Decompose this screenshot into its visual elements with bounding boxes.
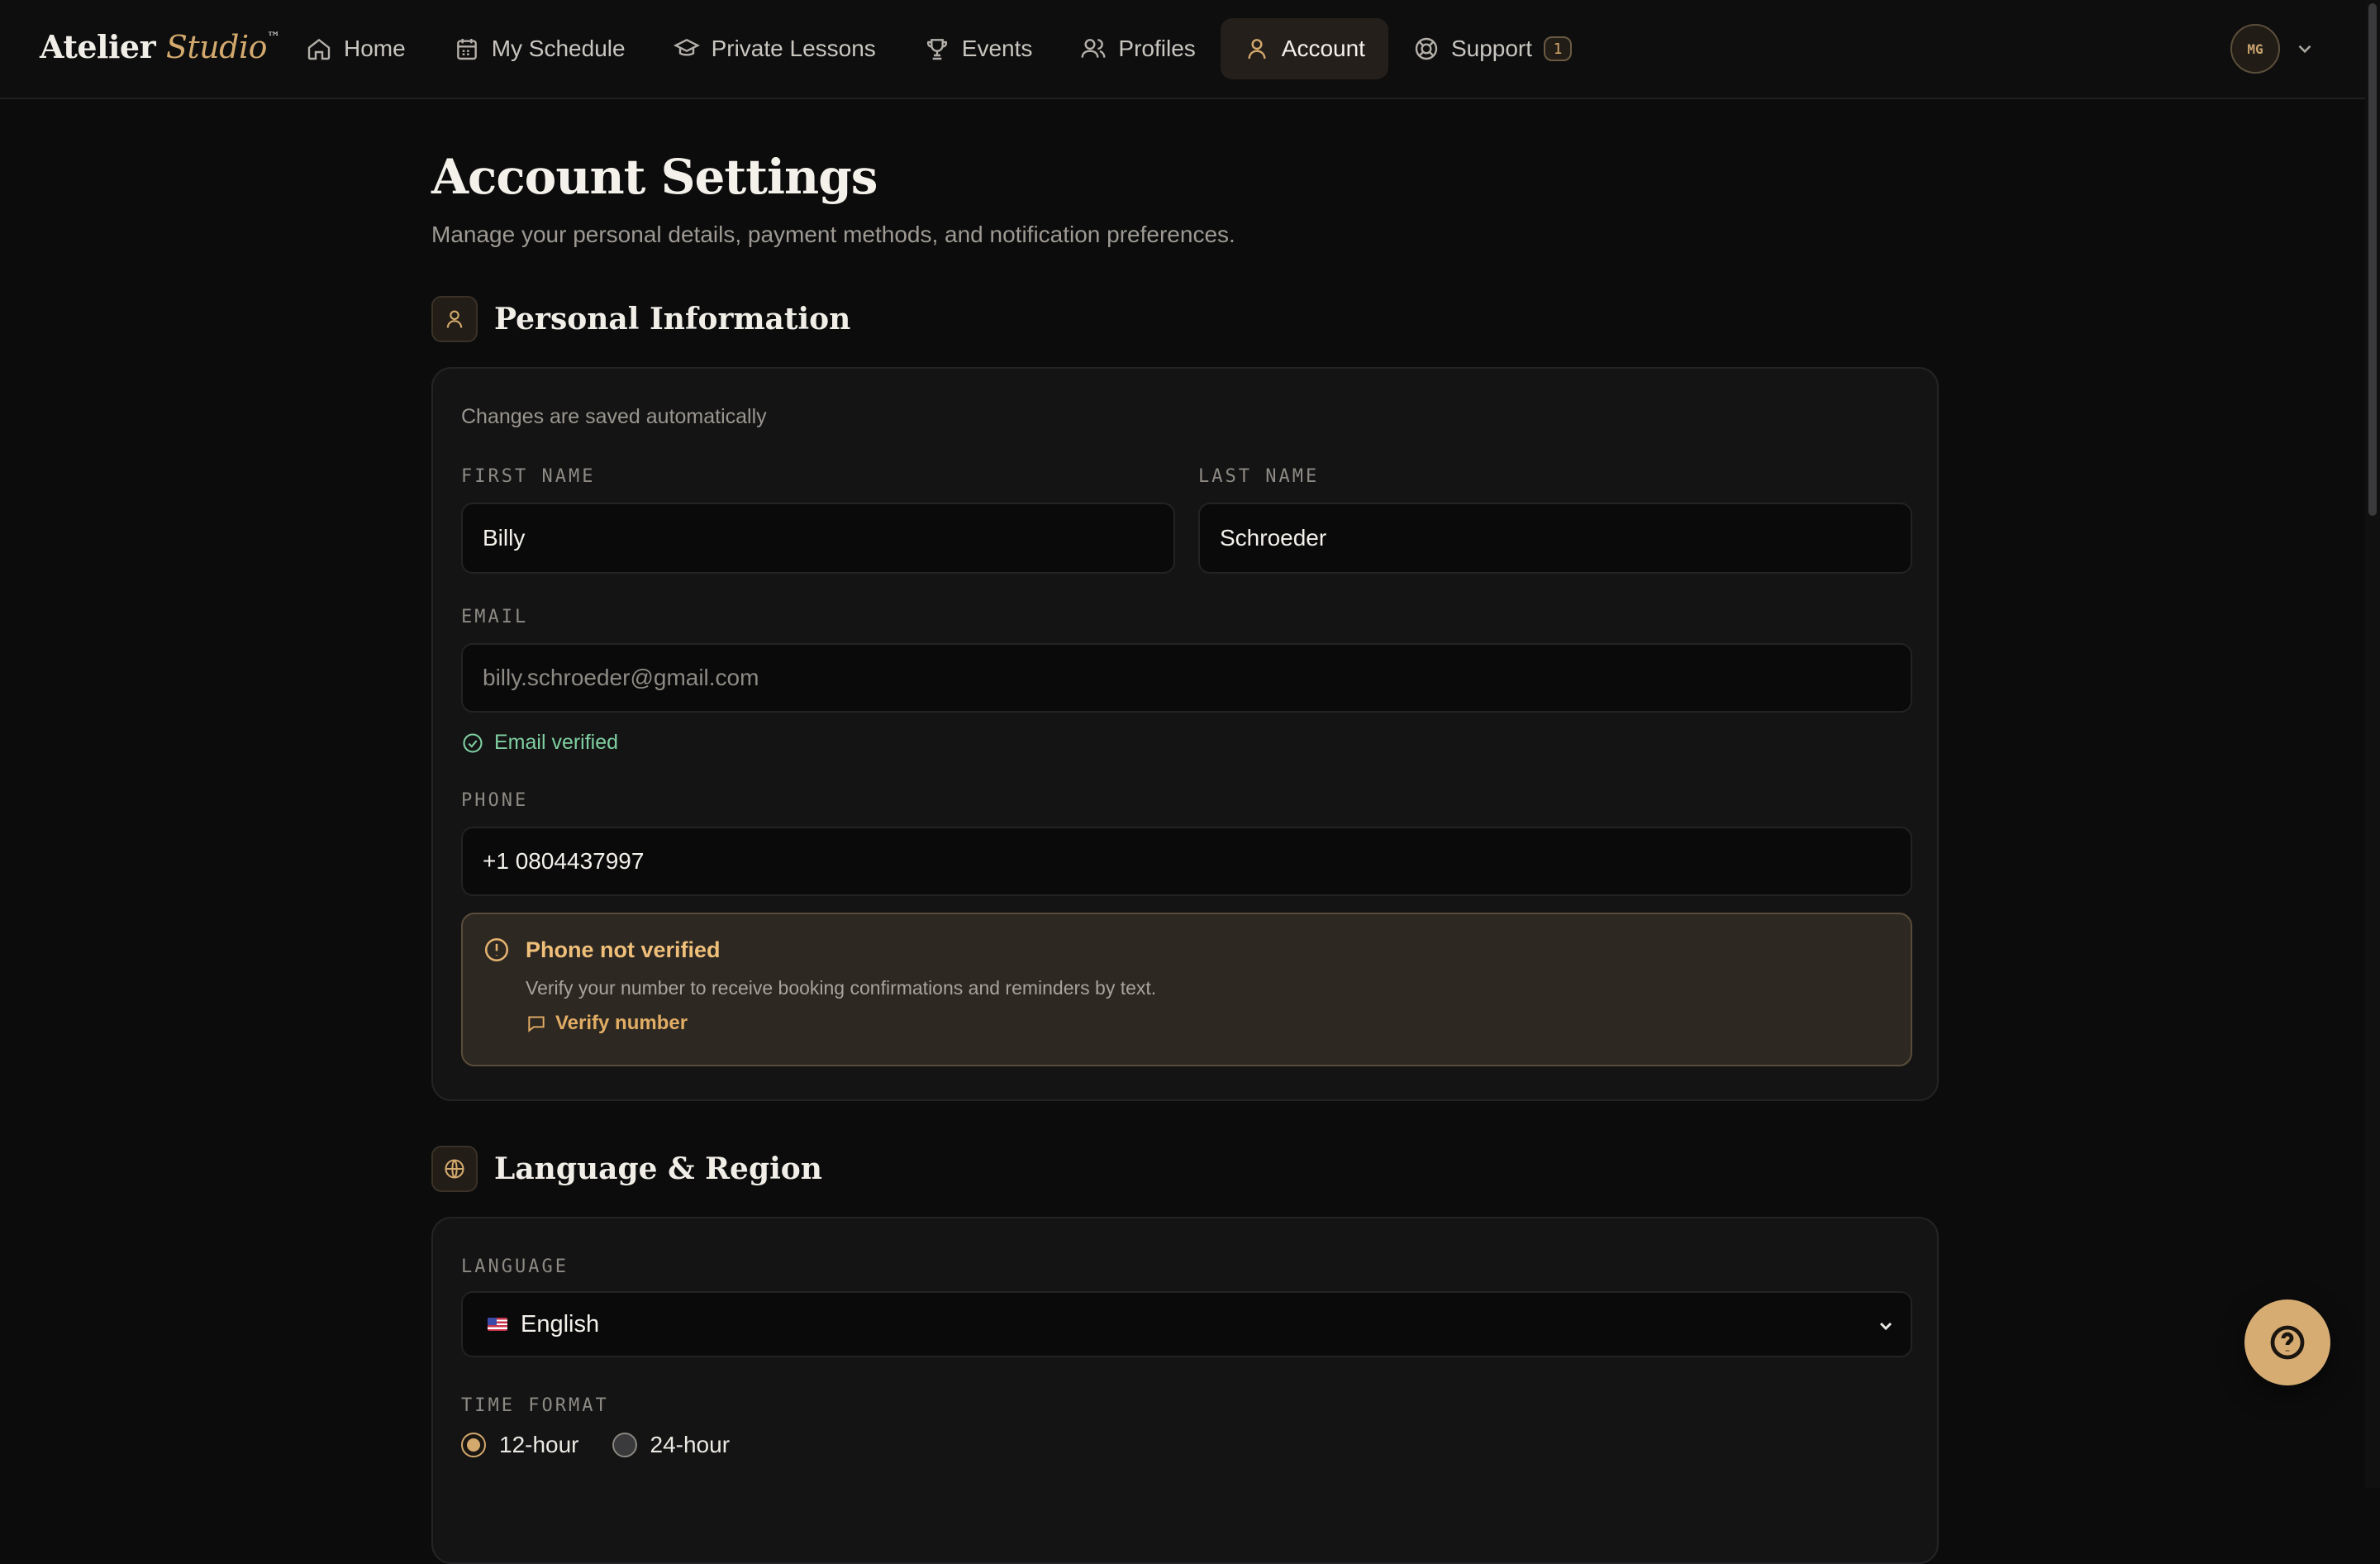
nav-item-label: Private Lessons <box>711 36 876 61</box>
radio-label: 12-hour <box>499 1432 579 1457</box>
nav-item-label: Home <box>344 36 406 61</box>
personal-section-header: Personal Information <box>431 296 850 342</box>
nav-item-profiles[interactable]: Profiles <box>1057 18 1218 79</box>
nav-item-label: Account <box>1281 36 1365 61</box>
language-label: LANGUAGE <box>461 1256 569 1277</box>
brand-accent: Studio <box>165 29 268 65</box>
autosave-note: Changes are saved automatically <box>461 405 767 428</box>
nav-item-private-lessons[interactable]: Private Lessons <box>650 18 899 79</box>
nav-item-label: My Schedule <box>491 36 626 61</box>
email-field[interactable] <box>461 643 1912 713</box>
phone-label: PHONE <box>461 790 529 811</box>
user-icon <box>446 310 463 328</box>
users-icon <box>1081 39 1106 58</box>
time-format-12-hour-radio[interactable]: 12-hour <box>461 1432 579 1458</box>
brand-name: Atelier <box>40 28 156 65</box>
alert-circle-icon <box>484 937 509 962</box>
time-format-label: TIME FORMAT <box>461 1395 609 1416</box>
nav-item-label: Events <box>961 36 1033 61</box>
nav-item-my-schedule[interactable]: My Schedule <box>431 18 649 79</box>
personal-info-card: Changes are saved automatically FIRST NA… <box>431 367 1939 1101</box>
chevron-down-icon <box>1879 1322 1892 1331</box>
time-format-options: 12-hour 24-hour <box>461 1432 763 1458</box>
page-subtitle: Manage your personal details, payment me… <box>431 222 1235 247</box>
radio-indicator <box>461 1433 486 1457</box>
user-avatar[interactable]: MG <box>2230 24 2280 74</box>
graduation-cap-icon <box>673 38 700 56</box>
brand-trademark: ™ <box>267 29 280 45</box>
trophy-icon <box>926 39 947 60</box>
check-circle-icon <box>463 732 483 753</box>
phone-field[interactable] <box>461 827 1912 896</box>
scrollbar-thumb[interactable] <box>2368 3 2377 516</box>
language-selected-value: English <box>521 1310 600 1338</box>
language-section-header: Language & Region <box>431 1146 822 1192</box>
email-verified-status: Email verified <box>461 731 618 755</box>
last-name-label: LAST NAME <box>1198 466 1320 487</box>
nav-item-label: Support <box>1450 36 1533 61</box>
nav-item-label: Profiles <box>1118 36 1196 61</box>
calendar-icon <box>456 39 477 60</box>
language-region-card: LANGUAGE English TIME FORMAT 12-hour 24-… <box>431 1217 1939 1564</box>
help-circle-icon <box>2270 1325 2305 1360</box>
email-status-text: Email verified <box>494 731 619 754</box>
verify-number-label: Verify number <box>555 1012 688 1034</box>
lifebuoy-icon <box>1415 37 1438 60</box>
page-scrollbar[interactable] <box>2365 0 2380 1488</box>
nav-item-events[interactable]: Events <box>901 18 1056 79</box>
nav-item-account[interactable]: Account <box>1220 18 1388 79</box>
time-format-24-hour-radio[interactable]: 24-hour <box>612 1432 731 1458</box>
warning-text: Verify your number to receive booking co… <box>526 977 1157 999</box>
warning-title: Phone not verified <box>526 937 721 962</box>
support-badge: 1 <box>1544 36 1573 61</box>
main-nav: Home My Schedule Private Lessons Events … <box>283 18 1597 79</box>
message-icon <box>528 1016 545 1032</box>
radio-indicator <box>612 1433 637 1457</box>
nav-item-support[interactable]: Support 1 <box>1390 18 1595 79</box>
home-icon <box>307 38 331 60</box>
globe-icon <box>445 1159 464 1179</box>
section-title: Personal Information <box>494 302 851 336</box>
verify-number-button[interactable]: Verify number <box>526 1012 688 1035</box>
user-icon <box>1248 39 1266 60</box>
language-select[interactable]: English <box>461 1291 1912 1357</box>
last-name-field[interactable] <box>1198 503 1912 574</box>
radio-label: 24-hour <box>650 1432 731 1457</box>
nav-item-home[interactable]: Home <box>283 18 429 79</box>
first-name-label: FIRST NAME <box>461 466 596 487</box>
us-flag-icon <box>488 1318 507 1331</box>
section-icon-box <box>431 296 478 342</box>
help-button[interactable] <box>2244 1299 2330 1385</box>
section-icon-box <box>431 1146 478 1192</box>
phone-warning-alert: Phone not verified Verify your number to… <box>461 913 1912 1066</box>
section-title: Language & Region <box>494 1152 822 1186</box>
email-label: EMAIL <box>461 607 529 627</box>
top-navigation-bar: Atelier Studio™ Home My Schedule Private… <box>0 0 2380 99</box>
chevron-down-icon[interactable] <box>2294 38 2316 60</box>
brand-logo[interactable]: Atelier Studio™ <box>40 28 280 65</box>
first-name-field[interactable] <box>461 503 1175 574</box>
page-title: Account Settings <box>431 149 878 205</box>
